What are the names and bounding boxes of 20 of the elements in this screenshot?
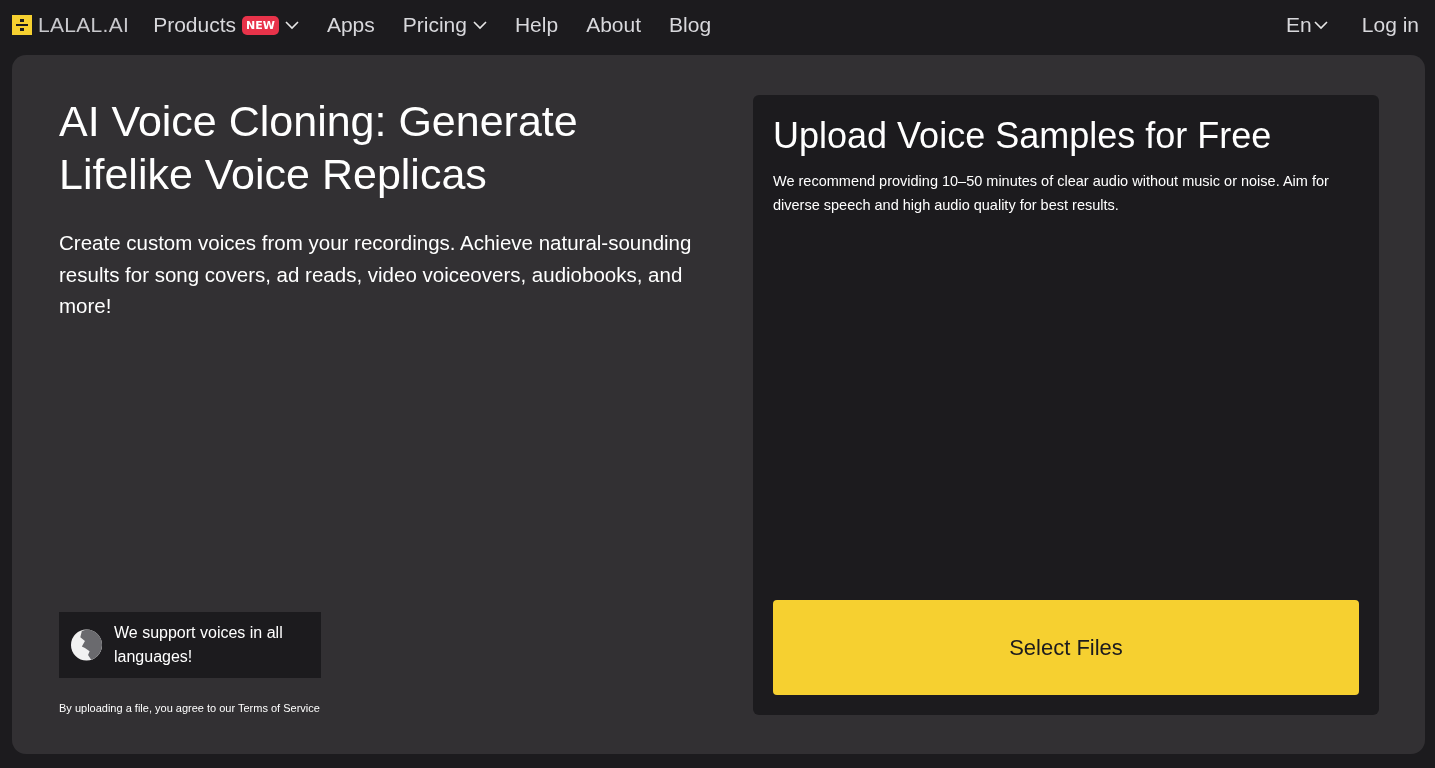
nav-link[interactable]: Apps: [326, 13, 375, 37]
new-badge: NEW: [242, 15, 279, 35]
nav-link[interactable]: Pricing: [402, 13, 467, 37]
hero-title: AI Voice Cloning: Generate Lifelike Voice Replicas: [59, 96, 579, 200]
nav-link[interactable]: Help: [514, 13, 559, 37]
select-files-button[interactable]: Select Files: [773, 600, 1359, 695]
chevron-down-icon: [1313, 20, 1328, 30]
terms-link[interactable]: Terms of Service: [238, 702, 320, 714]
upload-description: We recommend providing 10–50 minutes of clear audio without music or noise. Aim for diverse speech and high audio quality for best results.: [773, 172, 1330, 215]
nav-link[interactable]: About: [586, 13, 642, 37]
login-link[interactable]: Log in: [1361, 13, 1419, 37]
nav-link[interactable]: Blog: [669, 13, 712, 37]
terms-notice: By uploading a file, you agree to our Terms of Service: [59, 702, 321, 714]
language-selector[interactable]: En: [1286, 13, 1312, 37]
hero-subtitle: Create custom voices from your recordings. Achieve natural-sounding results for song covers, ad reads, video voiceovers, audiobooks, and more!: [59, 230, 693, 319]
logo-text[interactable]: LALAL.AI: [38, 13, 130, 37]
upload-title: Upload Voice Samples for Free: [773, 115, 1273, 157]
languages-note: We support voices in all languages!: [114, 623, 284, 667]
logo-icon[interactable]: [12, 15, 32, 35]
nav-link[interactable]: Products: [153, 13, 236, 37]
